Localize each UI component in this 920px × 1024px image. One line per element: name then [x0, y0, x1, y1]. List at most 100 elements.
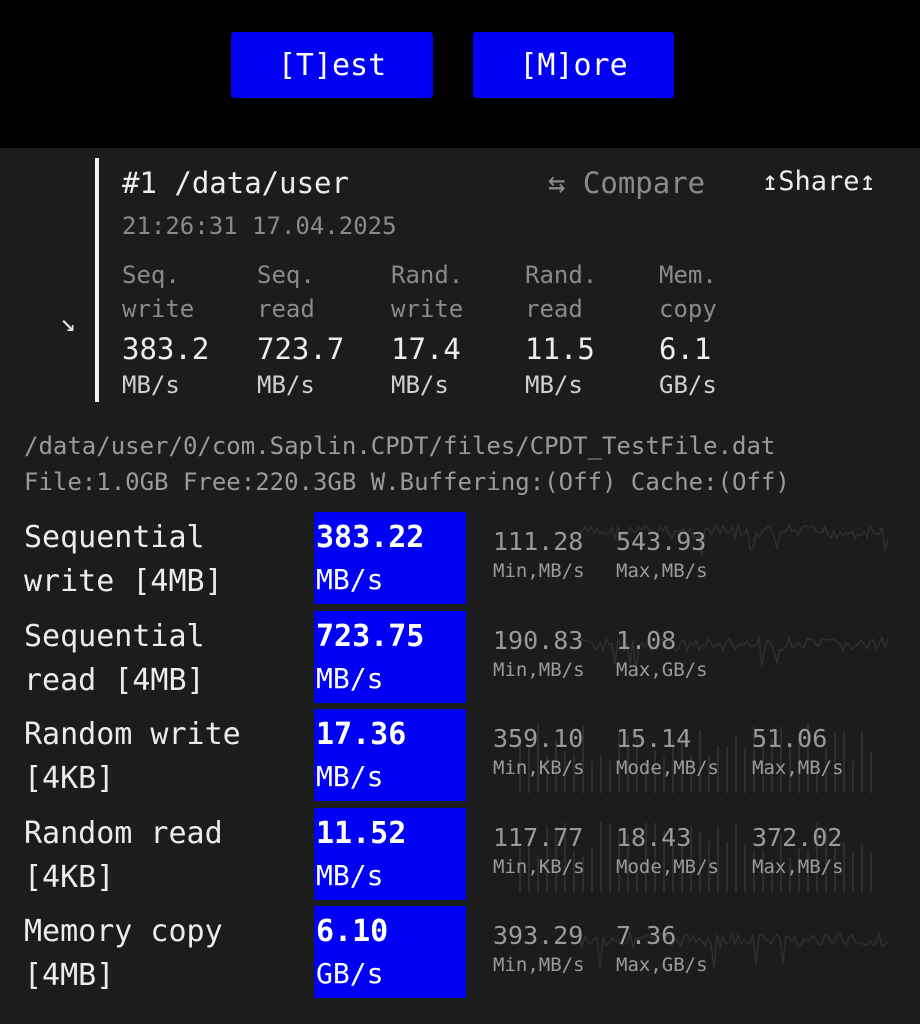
- stat-value: 117.77: [493, 823, 584, 852]
- test-row-rand-write: Random write [4KB] 17.36 MB/s 359.10 Min…: [0, 709, 920, 801]
- stat-max: 7.36 Max,GB/s: [616, 920, 708, 978]
- test-name: Sequential read [4MB]: [24, 615, 205, 703]
- test-row-rand-read: Random read [4KB] 11.52 MB/s 117.77 Min,…: [0, 808, 920, 900]
- test-result-unit: GB/s: [316, 957, 384, 990]
- stat-value: 15.14: [616, 724, 692, 753]
- stat-label: Max,MB/s: [752, 856, 844, 878]
- stat-label: Max,GB/s: [616, 659, 708, 681]
- stat-label: Min,KB/s: [493, 757, 585, 779]
- stat-mode: 18.43 Mode,MB/s: [616, 822, 719, 880]
- stat-max: 543.93 Max,MB/s: [616, 526, 708, 584]
- stat-value: 372.02: [752, 823, 843, 852]
- summary-unit: MB/s: [257, 371, 315, 399]
- summary-label: Mem.: [659, 261, 717, 289]
- stat-label: Max,MB/s: [752, 757, 844, 779]
- summary-value: 17.4: [391, 332, 461, 366]
- stat-min: 359.10 Min,KB/s: [493, 723, 585, 781]
- stat-max: 1.08 Max,GB/s: [616, 625, 708, 683]
- stat-min: 190.83 Min,MB/s: [493, 625, 585, 683]
- summary-label: read: [257, 295, 315, 323]
- summary-label: write: [122, 295, 195, 323]
- summary-label: Rand.: [391, 261, 464, 289]
- stat-value: 18.43: [616, 823, 692, 852]
- stat-label: Min,MB/s: [493, 659, 585, 681]
- test-row-seq-write: Sequential write [4MB] 383.22 MB/s 111.2…: [0, 512, 920, 604]
- test-result-unit: MB/s: [316, 563, 384, 596]
- compare-button[interactable]: ⇆ Compare: [548, 166, 705, 200]
- test-row-mem-copy: Memory copy [4MB] 6.10 GB/s 393.29 Min,M…: [0, 906, 920, 998]
- stat-min: 117.77 Min,KB/s: [493, 822, 585, 880]
- test-name: Random read [4KB]: [24, 812, 223, 900]
- summary-value: 6.1: [659, 332, 712, 366]
- test-result-box: 17.36 MB/s: [314, 709, 466, 801]
- test-row-seq-read: Sequential read [4MB] 723.75 MB/s 190.83…: [0, 611, 920, 703]
- result-timestamp: 21:26:31 17.04.2025: [122, 212, 397, 240]
- stat-label: Min,KB/s: [493, 856, 585, 878]
- test-name-line: Random write: [24, 717, 241, 752]
- more-button[interactable]: [M]ore: [473, 32, 674, 98]
- test-result-box: 383.22 MB/s: [314, 512, 466, 604]
- summary-label: Seq.: [122, 261, 180, 289]
- stat-label: Min,MB/s: [493, 954, 585, 976]
- test-result-value: 11.52: [316, 816, 407, 851]
- file-path: /data/user/0/com.Saplin.CPDT/files/CPDT_…: [24, 432, 776, 460]
- test-result-box: 723.75 MB/s: [314, 611, 466, 703]
- stat-max: 372.02 Max,MB/s: [752, 822, 844, 880]
- summary-rand-write: Rand. write 17.4 MB/s: [391, 258, 521, 402]
- test-name: Random write [4KB]: [24, 713, 241, 801]
- summary-rand-read: Rand. read 11.5 MB/s: [525, 258, 655, 402]
- stat-label: Max,MB/s: [616, 560, 708, 582]
- stat-label: Max,GB/s: [616, 954, 708, 976]
- test-button[interactable]: [T]est: [231, 32, 433, 98]
- test-name: Memory copy [4MB]: [24, 910, 223, 998]
- stat-value: 359.10: [493, 724, 584, 753]
- stat-mode: 15.14 Mode,MB/s: [616, 723, 719, 781]
- top-toolbar: [T]est [M]ore: [0, 0, 920, 148]
- summary-unit: GB/s: [659, 371, 717, 399]
- test-name-line: Memory copy: [24, 914, 223, 949]
- file-details: File:1.0GB Free:220.3GB W.Buffering:(Off…: [24, 468, 790, 496]
- test-name-line: Sequential: [24, 619, 205, 654]
- summary-seq-write: Seq. write 383.2 MB/s: [122, 258, 252, 402]
- stat-label: Mode,MB/s: [616, 757, 719, 779]
- stat-label: Min,MB/s: [493, 560, 585, 582]
- stat-value: 7.36: [616, 921, 677, 950]
- summary-seq-read: Seq. read 723.7 MB/s: [257, 258, 387, 402]
- file-info: /data/user/0/com.Saplin.CPDT/files/CPDT_…: [24, 428, 790, 500]
- summary-label: copy: [659, 295, 717, 323]
- arrow-down-right-icon[interactable]: ↘: [60, 308, 76, 338]
- test-result-value: 383.22: [316, 520, 425, 555]
- summary-value: 11.5: [525, 332, 595, 366]
- summary-mem-copy: Mem. copy 6.1 GB/s: [659, 258, 789, 402]
- stat-max: 51.06 Max,MB/s: [752, 723, 844, 781]
- summary-label: read: [525, 295, 583, 323]
- test-name-line: Random read: [24, 816, 223, 851]
- test-name-line: [4MB]: [24, 958, 115, 993]
- test-name-line: [4KB]: [24, 860, 115, 895]
- stat-value: 190.83: [493, 626, 584, 655]
- summary-label: Rand.: [525, 261, 598, 289]
- test-result-value: 17.36: [316, 717, 407, 752]
- test-result-unit: MB/s: [316, 859, 384, 892]
- summary-unit: MB/s: [391, 371, 449, 399]
- stat-value: 543.93: [616, 527, 707, 556]
- summary-label: write: [391, 295, 464, 323]
- test-result-unit: MB/s: [316, 662, 384, 695]
- share-button[interactable]: ↥Share↥: [762, 166, 876, 197]
- result-title: #1 /data/user: [122, 166, 349, 200]
- test-name-line: [4KB]: [24, 761, 115, 796]
- summary-unit: MB/s: [122, 371, 180, 399]
- test-result-unit: MB/s: [316, 760, 384, 793]
- summary-unit: MB/s: [525, 371, 583, 399]
- result-divider: [95, 158, 99, 402]
- summary-label: Seq.: [257, 261, 315, 289]
- stat-value: 1.08: [616, 626, 677, 655]
- test-name-line: read [4MB]: [24, 663, 205, 698]
- test-name-line: write [4MB]: [24, 564, 223, 599]
- stat-value: 51.06: [752, 724, 828, 753]
- test-result-value: 723.75: [316, 619, 425, 654]
- test-result-box: 11.52 MB/s: [314, 808, 466, 900]
- stat-min: 111.28 Min,MB/s: [493, 526, 585, 584]
- test-name: Sequential write [4MB]: [24, 516, 223, 604]
- stat-min: 393.29 Min,MB/s: [493, 920, 585, 978]
